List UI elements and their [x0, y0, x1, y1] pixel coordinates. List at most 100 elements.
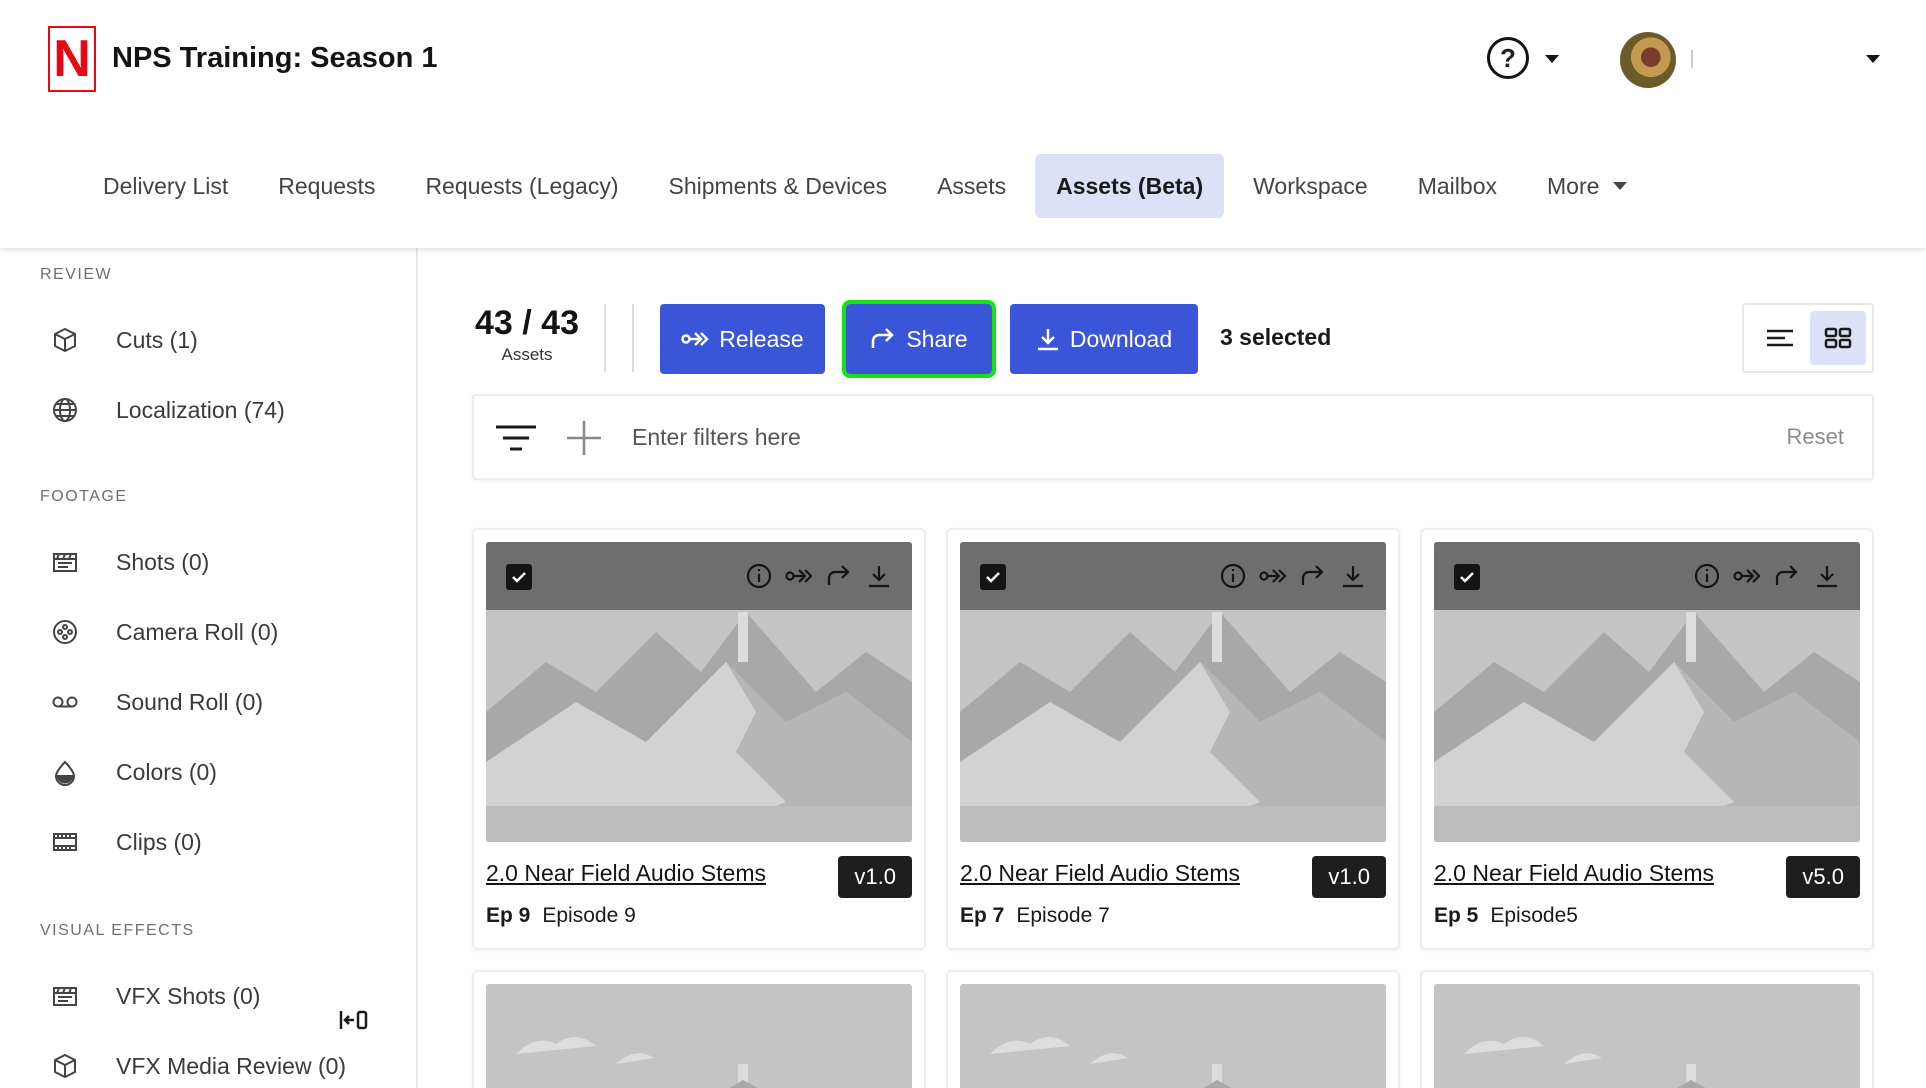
- share-icon[interactable]: [824, 560, 854, 592]
- select-checkbox[interactable]: [1454, 564, 1480, 590]
- clapper-icon: [50, 981, 80, 1011]
- divider: [632, 304, 634, 372]
- tab-label: Shipments & Devices: [668, 172, 888, 199]
- top-header: N NPS Training: Season 1 ? Delivery List…: [0, 0, 1926, 248]
- share-button[interactable]: Share: [842, 300, 996, 378]
- sidebar-item-vfx-shots[interactable]: VFX Shots (0): [50, 976, 260, 1016]
- asset-card[interactable]: 2.0 Near Field Audio Stems v1.0 Ep 7 Epis…: [946, 528, 1400, 950]
- tab-shipments-devices[interactable]: Shipments & Devices: [647, 154, 908, 218]
- divider: [1691, 50, 1693, 68]
- asset-thumbnail[interactable]: [486, 984, 912, 1088]
- add-filter-icon[interactable]: [564, 418, 604, 463]
- info-icon[interactable]: [744, 560, 774, 592]
- sidebar-item-localization[interactable]: Localization (74): [50, 390, 285, 430]
- asset-thumbnail[interactable]: [1434, 984, 1860, 1088]
- asset-title-link[interactable]: 2.0 Near Field Audio Stems: [486, 860, 766, 887]
- asset-thumbnail[interactable]: [960, 984, 1386, 1088]
- sidebar-item-vfx-media-review[interactable]: VFX Media Review (0): [50, 1046, 346, 1086]
- episode-code: Ep 7: [960, 904, 1005, 927]
- help-button[interactable]: ?: [1487, 37, 1529, 79]
- collapse-sidebar-icon[interactable]: [338, 1008, 370, 1038]
- asset-card[interactable]: [472, 970, 926, 1088]
- tab-more[interactable]: More: [1526, 154, 1648, 218]
- download-icon[interactable]: [1812, 560, 1842, 592]
- release-icon[interactable]: [784, 560, 814, 592]
- sidebar-item-shots[interactable]: Shots (0): [50, 542, 209, 582]
- download-icon[interactable]: [1338, 560, 1368, 592]
- tab-label: Mailbox: [1417, 172, 1497, 199]
- help-chevron-down-icon[interactable]: [1545, 55, 1559, 63]
- asset-card[interactable]: [1420, 970, 1874, 1088]
- sidebar-item-label: VFX Shots (0): [116, 982, 261, 1009]
- logo-letter: N: [53, 30, 91, 88]
- episode-info: Ep 7 Episode 7: [960, 904, 1110, 928]
- asset-card[interactable]: 2.0 Near Field Audio Stems v5.0 Ep 5 Epis…: [1420, 528, 1874, 950]
- tab-assets[interactable]: Assets: [916, 154, 1027, 218]
- reset-button[interactable]: Reset: [1787, 424, 1844, 450]
- drop-icon: [50, 757, 80, 787]
- sidebar-item-sound-roll[interactable]: Sound Roll (0): [50, 682, 263, 722]
- divider: [604, 304, 606, 372]
- filter-input[interactable]: [632, 412, 1682, 462]
- tab-label: Delivery List: [103, 172, 229, 199]
- release-button[interactable]: Release: [660, 304, 825, 374]
- sidebar-item-camera-roll[interactable]: Camera Roll (0): [50, 612, 278, 652]
- account-chevron-down-icon[interactable]: [1866, 55, 1880, 63]
- filter-icon[interactable]: [494, 424, 538, 459]
- list-view-icon: [1767, 329, 1793, 347]
- info-icon[interactable]: [1218, 560, 1248, 592]
- cube-icon: [50, 1051, 80, 1081]
- select-checkbox[interactable]: [506, 564, 532, 590]
- release-icon[interactable]: [1258, 560, 1288, 592]
- episode-info: Ep 5 Episode5: [1434, 904, 1578, 928]
- checkmark-icon: [986, 572, 1000, 583]
- sidebar-item-colors[interactable]: Colors (0): [50, 752, 217, 792]
- tab-label: Assets: [937, 172, 1007, 199]
- project-title: NPS Training: Season 1: [112, 42, 438, 74]
- release-icon[interactable]: [1732, 560, 1762, 592]
- info-icon[interactable]: [1692, 560, 1722, 592]
- voicemail-icon: [50, 687, 80, 717]
- tab-delivery-list[interactable]: Delivery List: [82, 154, 249, 218]
- sidebar-item-label: Localization (74): [116, 396, 285, 423]
- tab-mailbox[interactable]: Mailbox: [1397, 154, 1518, 218]
- checkmark-icon: [1460, 572, 1474, 583]
- filter-bar: Reset: [472, 394, 1874, 480]
- version-badge: v1.0: [1312, 856, 1386, 898]
- sidebar-item-label: VFX Media Review (0): [116, 1052, 347, 1079]
- sidebar-item-label: Camera Roll (0): [116, 618, 279, 645]
- sidebar: REVIEW Cuts (1) Localization (74) FOOTAG…: [0, 248, 418, 1088]
- netflix-logo[interactable]: N: [48, 26, 96, 92]
- share-icon[interactable]: [1298, 560, 1328, 592]
- asset-thumbnail[interactable]: [486, 542, 912, 842]
- asset-card[interactable]: 2.0 Near Field Audio Stems v1.0 Ep 9 Epis…: [472, 528, 926, 950]
- asset-thumbnail[interactable]: [960, 542, 1386, 842]
- tab-requests-legacy[interactable]: Requests (Legacy): [404, 154, 639, 218]
- sidebar-item-clips[interactable]: Clips (0): [50, 822, 202, 862]
- tab-requests[interactable]: Requests: [257, 154, 396, 218]
- version-badge: v1.0: [838, 856, 912, 898]
- sidebar-item-cuts[interactable]: Cuts (1): [50, 320, 198, 360]
- episode-code: Ep 9: [486, 904, 531, 927]
- chevron-down-icon: [1613, 182, 1628, 190]
- download-button[interactable]: Download: [1010, 304, 1198, 374]
- avatar[interactable]: [1620, 32, 1676, 88]
- section-title-visual-effects: VISUAL EFFECTS: [40, 922, 195, 939]
- mountain-placeholder-image: [960, 984, 1386, 1088]
- download-icon[interactable]: [864, 560, 894, 592]
- asset-title-link[interactable]: 2.0 Near Field Audio Stems: [1434, 860, 1714, 887]
- clapper-icon: [50, 547, 80, 577]
- list-view-button[interactable]: [1752, 311, 1808, 365]
- sidebar-item-label: Sound Roll (0): [116, 688, 264, 715]
- select-checkbox[interactable]: [980, 564, 1006, 590]
- episode-name: Episode 7: [1016, 904, 1110, 927]
- asset-title-link[interactable]: 2.0 Near Field Audio Stems: [960, 860, 1240, 887]
- grid-view-button[interactable]: [1810, 311, 1866, 365]
- card-actions: [1218, 560, 1368, 592]
- tab-workspace[interactable]: Workspace: [1232, 154, 1389, 218]
- share-icon[interactable]: [1772, 560, 1802, 592]
- asset-count-value: 43 / 43: [475, 304, 579, 342]
- asset-card[interactable]: [946, 970, 1400, 1088]
- tab-assets-beta[interactable]: Assets (Beta): [1035, 154, 1225, 218]
- asset-thumbnail[interactable]: [1434, 542, 1860, 842]
